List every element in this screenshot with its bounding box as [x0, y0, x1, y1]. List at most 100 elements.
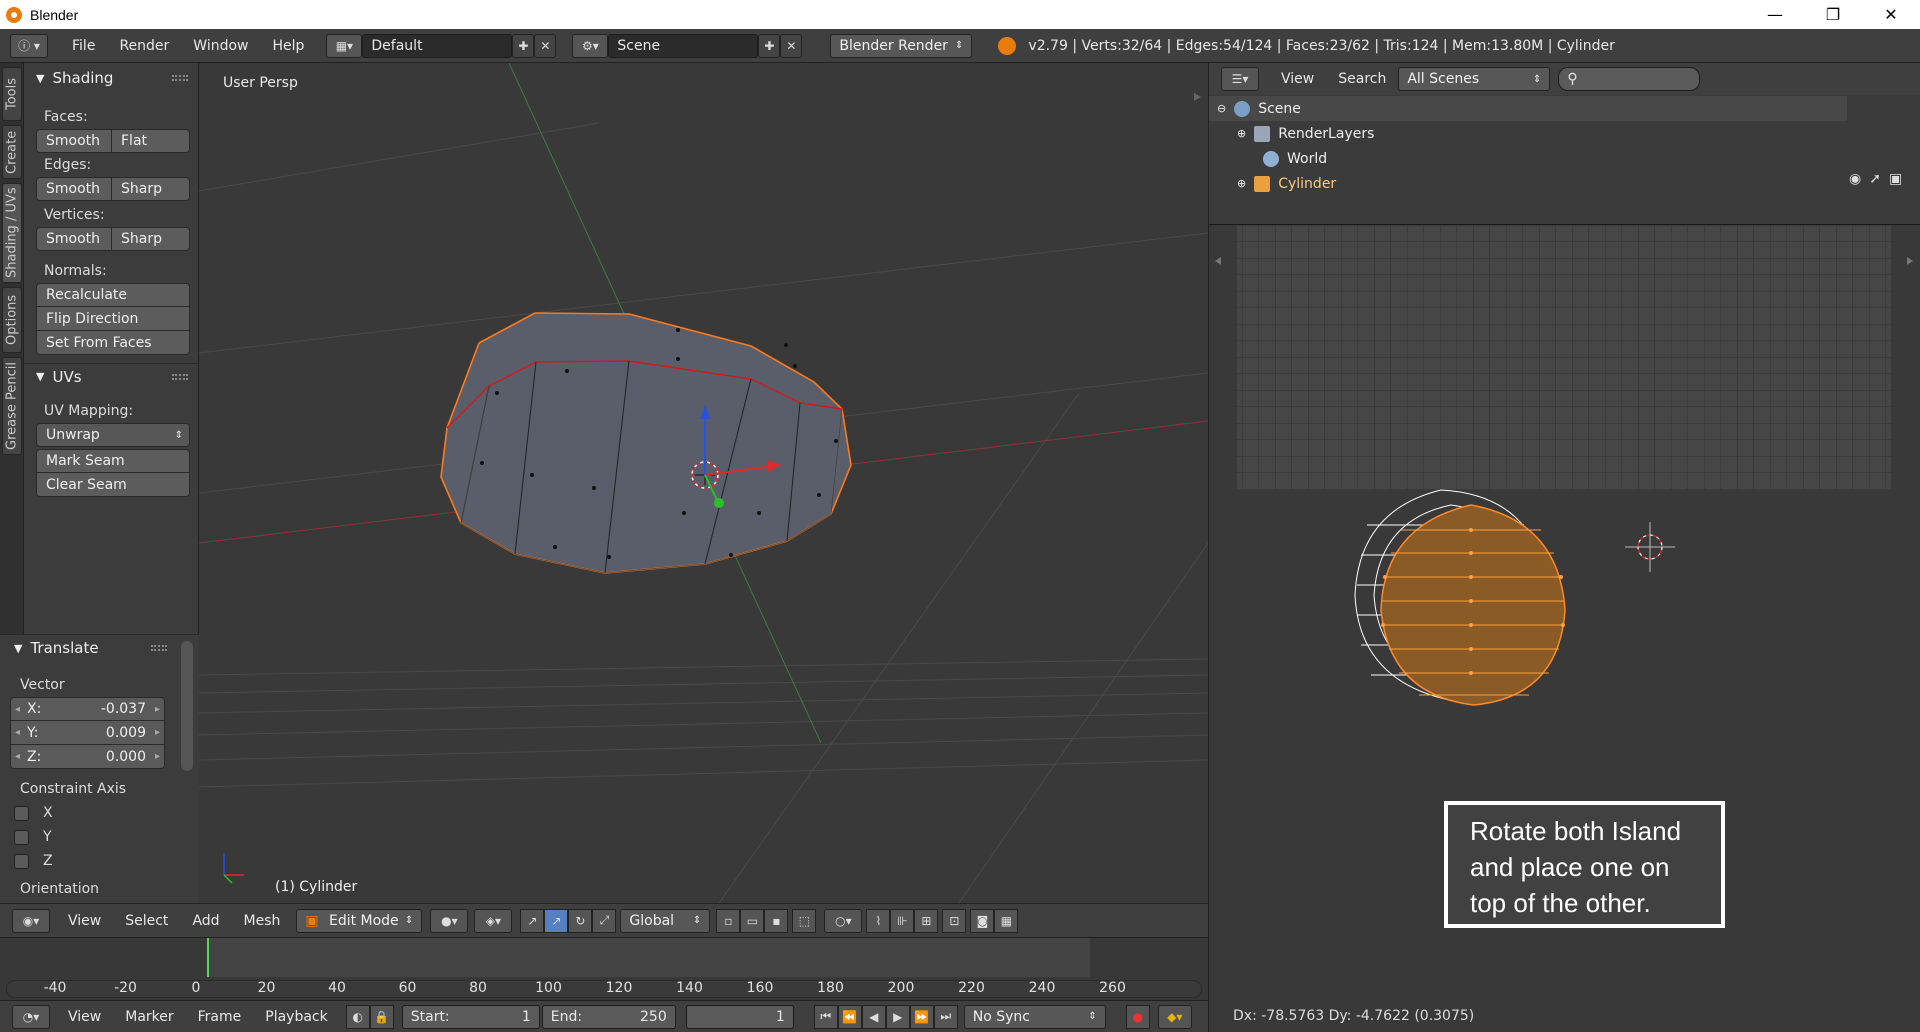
record-icon[interactable]: ●	[1125, 1004, 1150, 1029]
pivot-point-icon[interactable]: ◈▾	[474, 908, 513, 933]
menu-file[interactable]: File	[60, 38, 107, 54]
timeline-area[interactable]: -40 -20 0 20 40 60 80 100 120 140 160 180 200 220 240 2…	[0, 937, 1208, 1000]
menu-playback[interactable]: Playback	[253, 1009, 339, 1025]
scene-field[interactable]: Scene	[608, 33, 759, 58]
snap-target-icon[interactable]: ⊞	[914, 908, 939, 933]
tab-create[interactable]: Create	[2, 125, 22, 179]
collapse-icon[interactable]: ⊖	[1217, 102, 1226, 115]
end-frame-field[interactable]: End: 250	[541, 1004, 676, 1029]
screen-layout-field[interactable]: Default	[362, 33, 513, 58]
edges-smooth-button[interactable]: Smooth	[36, 177, 112, 201]
scene-icon[interactable]: ⚙▾	[572, 33, 609, 58]
sync-mode-dropdown[interactable]: No Sync ⇕	[963, 1004, 1106, 1029]
menu-timeline-view[interactable]: View	[56, 1009, 113, 1025]
menu-add[interactable]: Add	[180, 913, 231, 929]
occlude-geometry-icon[interactable]: ⬚	[792, 908, 817, 933]
editor-type-3d-button[interactable]: ◉▾	[12, 908, 50, 933]
faces-smooth-button[interactable]: Smooth	[36, 129, 112, 153]
flip-direction-button[interactable]: Flip Direction	[36, 307, 190, 331]
shading-panel-header[interactable]: ▼ Shading	[24, 65, 198, 91]
outliner-row-renderlayers[interactable]: ⊕ RenderLayers	[1209, 121, 1847, 146]
mark-seam-button[interactable]: Mark Seam	[36, 449, 190, 473]
outliner-menu-view[interactable]: View	[1269, 71, 1326, 87]
translate-panel-scrollbar[interactable]	[181, 641, 193, 771]
edge-select-icon[interactable]: ▭	[740, 908, 765, 933]
viewport-shading-icon[interactable]: ●▾	[430, 908, 469, 933]
unwrap-dropdown[interactable]: Unwrap ⇕	[36, 423, 190, 447]
preview-range-icon[interactable]: ◐	[345, 1004, 370, 1029]
faces-flat-button[interactable]: Flat	[112, 129, 190, 153]
translate-manipulator-icon[interactable]: ↗	[544, 908, 569, 933]
expand-icon[interactable]: ⊕	[1237, 177, 1246, 190]
minimize-button[interactable]: —	[1746, 0, 1804, 29]
outliner-menu-search[interactable]: Search	[1326, 71, 1398, 87]
expand-icon[interactable]: ⊕	[1237, 127, 1246, 140]
outliner-row-world[interactable]: World	[1209, 146, 1847, 171]
rotate-manipulator-icon[interactable]: ↻	[568, 908, 593, 933]
menu-render[interactable]: Render	[107, 38, 181, 54]
opengl-render-icon[interactable]: ⊡	[942, 908, 967, 933]
constraint-z-checkbox[interactable]: Z	[0, 849, 199, 873]
add-scene-icon[interactable]: ✚	[758, 33, 781, 58]
tab-grease-pencil[interactable]: Grease Pencil	[2, 357, 22, 455]
menu-help[interactable]: Help	[260, 38, 316, 54]
menu-view[interactable]: View	[56, 913, 113, 929]
tab-tools[interactable]: Tools	[2, 67, 22, 121]
play-icon[interactable]: ▶	[885, 1004, 910, 1029]
set-from-faces-button[interactable]: Set From Faces	[36, 331, 190, 355]
maximize-button[interactable]: ❐	[1804, 0, 1862, 29]
vector-z-field[interactable]: Z: 0.000	[10, 745, 165, 769]
delete-scene-icon[interactable]: ✕	[780, 33, 803, 58]
face-select-icon[interactable]: ▪	[764, 908, 789, 933]
render-animation-icon[interactable]: ▦	[994, 908, 1019, 933]
editor-type-timeline-button[interactable]: ◔▾	[12, 1004, 50, 1029]
snap-toggle-icon[interactable]: ⌇	[866, 908, 891, 933]
edges-sharp-button[interactable]: Sharp	[112, 177, 190, 201]
outliner-filter-dropdown[interactable]: All Scenes ⇕	[1398, 67, 1551, 91]
vertices-smooth-button[interactable]: Smooth	[36, 227, 112, 251]
scale-manipulator-icon[interactable]: ⤢	[592, 908, 617, 933]
keying-icon[interactable]: ◆▾	[1157, 1004, 1192, 1029]
vertices-sharp-button[interactable]: Sharp	[112, 227, 190, 251]
outliner-row-cylinder[interactable]: ⊕ Cylinder	[1209, 171, 1847, 196]
outliner-search-input[interactable]: ⚲	[1558, 67, 1701, 91]
editor-type-outliner-button[interactable]: ☰▾	[1221, 67, 1259, 91]
recalculate-button[interactable]: Recalculate	[36, 283, 190, 307]
vector-y-field[interactable]: Y: 0.009	[10, 721, 165, 745]
proportional-editing-icon[interactable]: ○▾	[824, 908, 863, 933]
constraint-x-checkbox[interactable]: X	[0, 801, 199, 825]
menu-mesh[interactable]: Mesh	[232, 913, 293, 929]
uvs-panel-header[interactable]: ▼ UVs	[24, 363, 198, 389]
outliner-row-scene[interactable]: ⊖ Scene	[1209, 96, 1847, 121]
close-button[interactable]: ✕	[1862, 0, 1920, 29]
renderability-camera-icon[interactable]: ▣	[1889, 171, 1902, 187]
snap-element-icon[interactable]: ⊪	[890, 908, 915, 933]
menu-marker[interactable]: Marker	[113, 1009, 185, 1025]
start-frame-field[interactable]: Start: 1	[401, 1004, 540, 1029]
jump-start-icon[interactable]: ⏮	[813, 1004, 838, 1029]
translate-panel-header[interactable]: ▼ Translate	[0, 635, 199, 661]
add-screen-icon[interactable]: ✚	[512, 33, 535, 58]
menu-frame[interactable]: Frame	[186, 1009, 254, 1025]
3d-viewport[interactable]: User Persp (1) Cylinder	[199, 63, 1208, 903]
render-image-icon[interactable]: ◙	[970, 908, 995, 933]
constraint-y-checkbox[interactable]: Y	[0, 825, 199, 849]
visibility-eye-icon[interactable]: ◉	[1849, 171, 1861, 187]
menu-select[interactable]: Select	[113, 913, 180, 929]
delete-screen-icon[interactable]: ✕	[534, 33, 557, 58]
mode-dropdown[interactable]: ▣ Edit Mode ⇕	[296, 908, 423, 933]
play-reverse-icon[interactable]: ◀	[861, 1004, 886, 1029]
transform-orientation-dropdown[interactable]: Global ⇕	[620, 908, 711, 933]
selectability-cursor-icon[interactable]: ➚	[1869, 171, 1881, 187]
lock-time-icon[interactable]: 🔒	[369, 1004, 394, 1029]
vertex-select-icon[interactable]: ▫	[716, 908, 741, 933]
clear-seam-button[interactable]: Clear Seam	[36, 473, 190, 497]
vector-x-field[interactable]: X: -0.037	[10, 697, 165, 721]
jump-keyframe-forward-icon[interactable]: ⏩	[909, 1004, 934, 1029]
render-engine-dropdown[interactable]: Blender Render ⇕	[830, 33, 973, 58]
jump-keyframe-back-icon[interactable]: ⏪	[837, 1004, 862, 1029]
jump-end-icon[interactable]: ⏭	[933, 1004, 958, 1029]
current-frame-field[interactable]: 1	[685, 1004, 794, 1029]
editor-type-info-button[interactable]: ⓘ ▾	[10, 33, 48, 58]
screen-layout-icon[interactable]: ▦▾	[326, 33, 363, 58]
